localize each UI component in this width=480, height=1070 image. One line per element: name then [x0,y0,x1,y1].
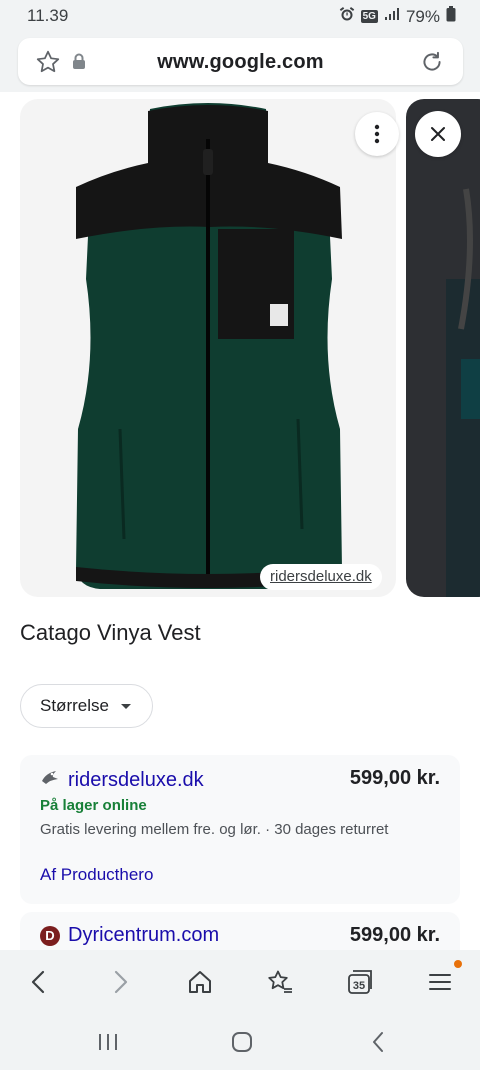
battery-icon [446,6,456,27]
home-nav-icon [232,1032,252,1052]
store-favicon-icon [40,767,60,793]
store-name[interactable]: Dyricentrum.com [68,924,219,947]
image-carousel[interactable] [0,92,480,602]
browser-toolbar: 35 [0,950,480,1012]
delivery-info: Gratis levering mellem fre. og lør. · 30… [40,821,389,838]
status-icons: 5G 79% [339,6,456,27]
tab-count: 35 [353,980,365,992]
system-nav-bar [0,1012,480,1070]
alarm-icon [339,6,355,27]
size-filter-label: Størrelse [40,696,109,715]
back-nav-button[interactable] [358,1024,398,1060]
status-time: 11.39 [27,6,69,25]
next-image-preview [446,188,480,597]
offer-price: 599,00 kr. [349,767,440,789]
bookmarks-icon [268,970,292,993]
product-title: Catago Vinya Vest [20,620,201,645]
close-icon [431,127,445,141]
signal-icon [384,6,400,27]
recent-apps-icon [99,1034,117,1050]
back-nav-icon [373,1032,383,1052]
reload-icon[interactable] [419,49,445,80]
forward-icon [114,970,128,994]
more-options-button[interactable] [355,112,399,156]
store-favicon-icon: D [40,925,60,946]
stock-status: På lager online [40,797,147,814]
store-link[interactable]: D Dyricentrum.com [40,924,219,947]
vest-illustration [68,103,350,589]
home-button[interactable] [180,962,220,1002]
close-button[interactable] [415,111,461,157]
back-icon [31,970,45,994]
status-bar: 11.39 5G 79% [0,0,480,34]
address-bar-area: www.google.com [0,34,480,92]
provider-link[interactable]: Af Producthero [40,865,153,885]
menu-icon [429,974,451,990]
home-nav-button[interactable] [222,1024,262,1060]
5g-icon: 5G [360,10,378,23]
home-icon [189,971,211,993]
store-name[interactable]: ridersdeluxe.dk [68,769,204,792]
more-vert-icon [374,124,380,144]
menu-button[interactable] [420,960,462,1002]
product-image[interactable] [20,99,396,597]
battery-percent: 79% [405,6,440,26]
tabs-button[interactable]: 35 [340,962,380,1002]
notification-dot [454,960,462,968]
recent-apps-button[interactable] [88,1024,128,1060]
size-filter-button[interactable]: Størrelse [20,684,153,728]
address-bar[interactable]: www.google.com [18,38,463,85]
url-text[interactable]: www.google.com [18,51,463,74]
offer-price: 599,00 kr. [349,924,440,946]
bookmarks-button[interactable] [260,962,300,1002]
image-source-link[interactable]: ridersdeluxe.dk [260,564,382,590]
store-link[interactable]: ridersdeluxe.dk [40,767,204,793]
dropdown-caret-icon [120,703,131,709]
tabs-icon: 35 [348,970,372,994]
forward-button[interactable] [100,962,140,1002]
back-button[interactable] [19,962,59,1002]
next-product-image[interactable] [406,99,480,597]
offer-card[interactable]: ridersdeluxe.dk 599,00 kr. På lager onli… [20,755,460,904]
